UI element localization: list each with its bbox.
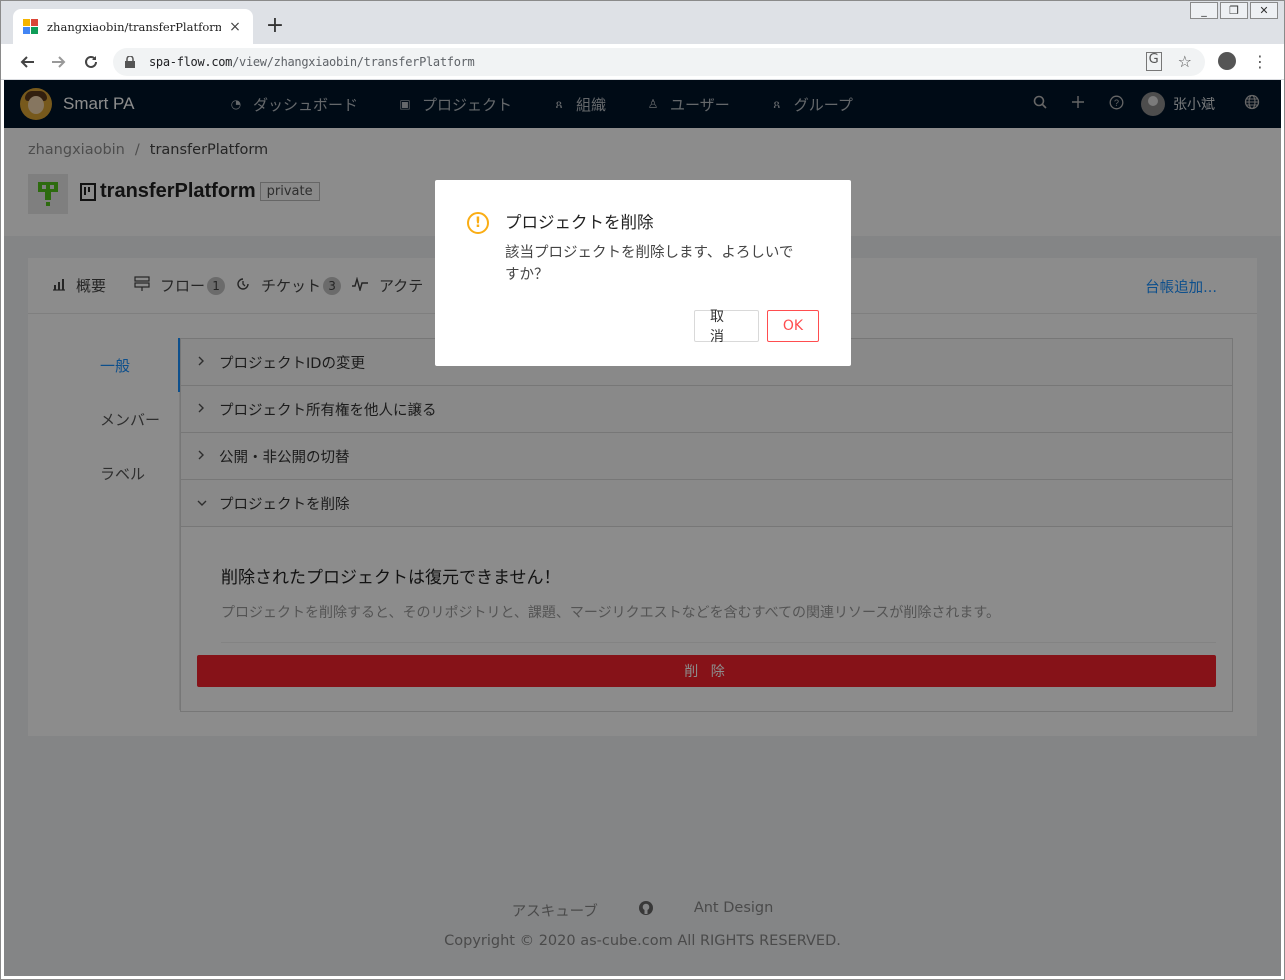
modal-buttons: 取 消 OK [694,309,819,345]
address-bar[interactable]: spa-flow.com/view/zhangxiaobin/transferP… [113,48,1205,76]
cancel-button[interactable]: 取 消 [694,309,759,345]
modal-content: 該当プロジェクトを削除します、よろしいですか？ [505,245,794,283]
minimize-button[interactable]: _ [1190,2,1218,19]
forward-icon[interactable] [47,50,71,74]
new-tab-button[interactable]: + [263,13,287,39]
toolbar-right: G ☆ ⋮ [1145,52,1268,71]
window-controls: _ ❐ ✕ [1188,2,1278,19]
close-window-button[interactable]: ✕ [1250,2,1278,19]
maximize-button[interactable]: ❐ [1220,2,1248,19]
url-host: spa-flow.com [149,55,233,69]
browser-tab-strip: zhangxiaobin/transferPlatform × + _ ❐ ✕ [0,0,1285,45]
browser-toolbar: spa-flow.com/view/zhangxiaobin/transferP… [0,44,1285,80]
more-menu-icon[interactable]: ⋮ [1252,52,1268,71]
url-path: /view/zhangxiaobin/transferPlatform [232,55,475,69]
lock-icon [125,55,135,68]
translate-icon[interactable]: G [1145,52,1162,71]
delete-confirm-modal: ! プロジェクトを削除 該当プロジェクトを削除します、よろしいですか？ 取 消 … [435,180,851,366]
back-icon[interactable] [15,50,39,74]
ok-button[interactable]: OK [767,310,819,342]
browser-tab[interactable]: zhangxiaobin/transferPlatform × [13,9,253,45]
bookmark-star-icon[interactable]: ☆ [1178,52,1192,71]
reload-icon[interactable] [79,50,103,74]
profile-icon[interactable] [1218,52,1236,70]
warning-icon: ! [467,212,489,234]
tab-title: zhangxiaobin/transferPlatform [47,20,221,34]
modal-title: プロジェクトを削除 [505,213,654,232]
close-tab-icon[interactable]: × [227,19,243,35]
url-text: spa-flow.com/view/zhangxiaobin/transferP… [149,55,475,69]
favicon-icon [23,19,39,35]
